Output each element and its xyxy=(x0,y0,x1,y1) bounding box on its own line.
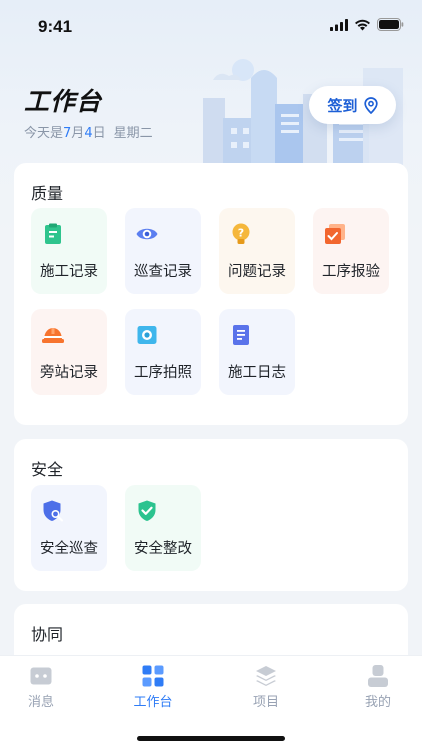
camera-icon xyxy=(137,326,157,344)
safety-card: 安全 安全巡查 安全整改 xyxy=(14,439,408,591)
document-icon xyxy=(233,325,249,345)
shield-check-icon xyxy=(138,500,156,521)
tile-side-station-record[interactable]: 旁站记录 xyxy=(31,309,107,395)
question-bulb-icon: ? xyxy=(232,223,250,244)
tile-process-photo[interactable]: 工序拍照 xyxy=(125,309,201,395)
tab-projects[interactable]: 项目 xyxy=(226,656,306,716)
section-title-collab: 协同 xyxy=(31,625,64,644)
tile-label: 工序报验 xyxy=(322,264,380,280)
tile-label: 旁站记录 xyxy=(40,365,98,381)
tile-label: 巡查记录 xyxy=(134,264,192,280)
checkin-label: 签到 xyxy=(327,96,358,115)
tile-process-inspection[interactable]: 工序报验 xyxy=(313,208,389,294)
svg-text:?: ? xyxy=(238,227,244,240)
tile-label: 工序拍照 xyxy=(134,365,192,381)
message-icon xyxy=(30,667,52,685)
checkin-button[interactable]: 签到 xyxy=(309,86,396,124)
tab-messages[interactable]: 消息 xyxy=(1,656,81,716)
date-day: 4 xyxy=(84,126,93,141)
status-bar: 9:41 xyxy=(0,0,422,54)
cellular-signal-icon xyxy=(330,18,348,31)
tile-label: 安全巡查 xyxy=(40,541,98,557)
tile-label: 施工日志 xyxy=(228,365,286,381)
section-title-safety: 安全 xyxy=(31,460,64,479)
stack-icon xyxy=(256,666,276,686)
clipboard-icon xyxy=(45,223,61,244)
location-pin-icon xyxy=(363,96,378,114)
tile-issue-record[interactable]: ? 问题记录 xyxy=(219,208,295,294)
date-prefix: 今天是 xyxy=(24,126,64,141)
shield-search-icon xyxy=(43,500,63,522)
quality-card: 质量 施工记录 巡查记录 ? 问题记录 工序报验 旁站记录 工序拍照 施工日志 xyxy=(14,163,408,425)
tab-profile[interactable]: 我的 xyxy=(338,656,418,716)
helmet-icon xyxy=(42,328,64,343)
tab-label: 消息 xyxy=(27,695,54,710)
page-title: 工作台 xyxy=(24,87,103,116)
tab-label: 工作台 xyxy=(133,695,173,710)
tab-label: 我的 xyxy=(364,695,391,710)
battery-icon xyxy=(377,18,404,31)
tile-label: 安全整改 xyxy=(134,541,192,557)
wifi-icon xyxy=(355,19,370,30)
user-icon xyxy=(368,665,388,687)
layers-check-icon xyxy=(325,224,345,244)
grid-icon xyxy=(142,665,164,687)
tile-safety-patrol[interactable]: 安全巡查 xyxy=(31,485,107,571)
date-month-unit: 月 xyxy=(71,126,85,141)
tab-workbench[interactable]: 工作台 xyxy=(113,656,193,716)
tile-safety-rectification[interactable]: 安全整改 xyxy=(125,485,201,571)
home-indicator xyxy=(137,736,285,741)
tile-construction-log[interactable]: 施工日志 xyxy=(219,309,295,395)
eye-icon xyxy=(136,228,158,240)
status-icons xyxy=(330,18,404,31)
tab-label: 项目 xyxy=(252,695,279,710)
date-line: 今天是7月4日 星期二 xyxy=(24,122,153,141)
tile-inspection-record[interactable]: 巡查记录 xyxy=(125,208,201,294)
date-weekday: 星期二 xyxy=(113,126,153,141)
tile-label: 施工记录 xyxy=(40,264,98,280)
tile-label: 问题记录 xyxy=(228,264,286,280)
date-day-unit: 日 xyxy=(92,126,106,141)
status-time: 9:41 xyxy=(38,17,73,36)
section-title-quality: 质量 xyxy=(31,184,64,203)
tile-construction-record[interactable]: 施工记录 xyxy=(31,208,107,294)
